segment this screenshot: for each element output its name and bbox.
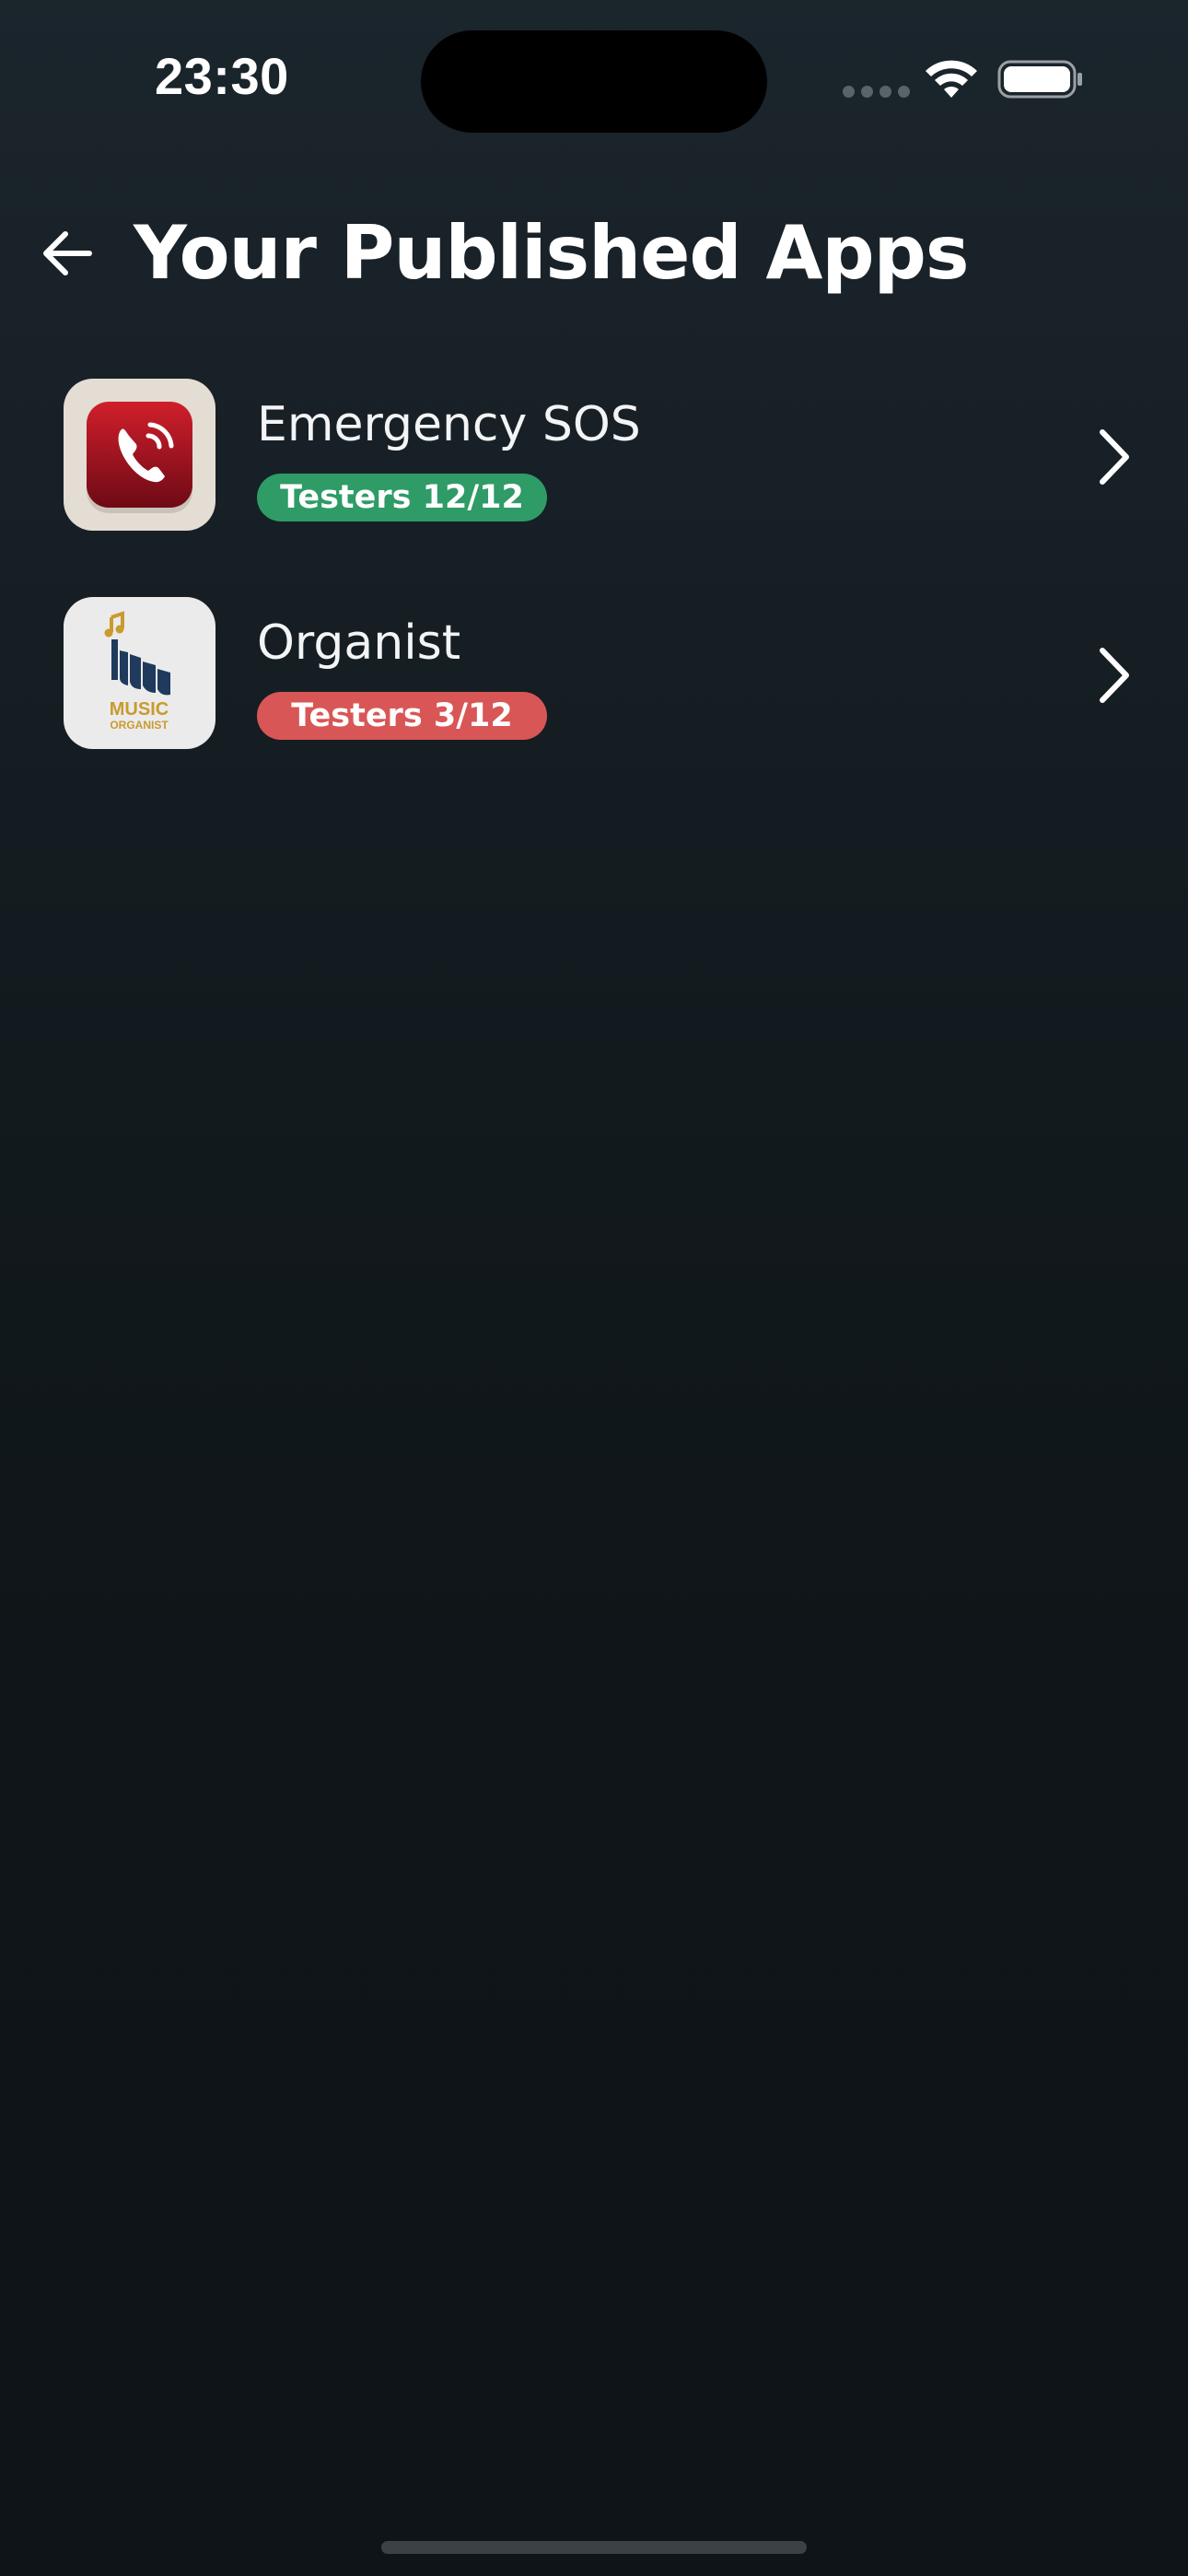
- app-name: Organist: [257, 615, 461, 671]
- app-row-emergency-sos[interactable]: Emergency SOS Testers 12/12: [0, 379, 1188, 554]
- testers-badge: Testers 12/12: [257, 474, 547, 521]
- chevron-right-icon: [1100, 648, 1129, 703]
- music-organist-logo: MUSIC ORGANIST: [104, 611, 170, 732]
- app-row-organist[interactable]: MUSIC ORGANIST Organist Testers 3/12: [0, 597, 1188, 772]
- emergency-sos-app-icon: [64, 379, 215, 531]
- phone-icon: [87, 402, 192, 513]
- svg-text:MUSIC: MUSIC: [110, 699, 169, 720]
- status-time: 23:30: [155, 47, 289, 105]
- battery-icon: [997, 60, 1082, 99]
- cellular-signal-icon: [843, 86, 910, 98]
- organist-app-icon: MUSIC ORGANIST: [64, 597, 215, 749]
- chevron-right-icon: [1100, 429, 1129, 485]
- svg-text:ORGANIST: ORGANIST: [110, 719, 169, 732]
- app-name: Emergency SOS: [257, 397, 641, 452]
- wifi-icon: [926, 60, 977, 98]
- arrow-left-icon: [43, 231, 92, 275]
- page-title: Your Published Apps: [134, 210, 970, 296]
- back-button[interactable]: [35, 221, 99, 286]
- testers-badge: Testers 3/12: [257, 692, 547, 740]
- home-indicator[interactable]: [381, 2541, 807, 2554]
- dynamic-island: [421, 30, 767, 133]
